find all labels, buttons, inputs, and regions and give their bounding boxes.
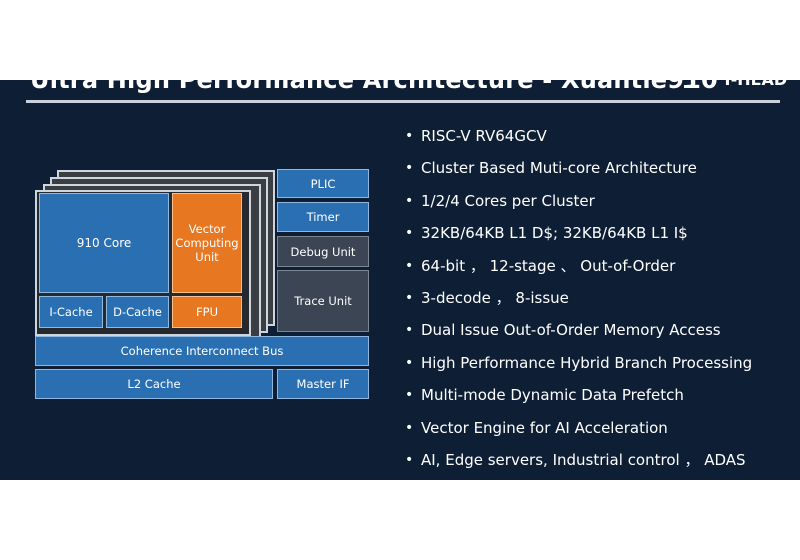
logo-mark-icon [682,80,695,88]
icache-block: I-Cache [39,296,103,328]
plic-block: PLIC [277,169,369,198]
timer-block: Timer [277,202,369,232]
slide-title: Ultra High Performance Architecture - Xu… [30,80,718,94]
coherence-interconnect-bus-block: Coherence Interconnect Bus [35,336,369,366]
feature-item: 32KB/64KB L1 D$; 32KB/64KB L1 I$ [405,217,752,250]
trace-unit-block: Trace Unit [277,270,369,332]
feature-item: 3-decode ， 8-issue [405,282,752,315]
core-block: 910 Core [39,193,169,293]
feature-list: RISC-V RV64GCV Cluster Based Muti-core A… [405,120,752,477]
company-logo: T-HEAD [682,80,787,89]
feature-item: RISC-V RV64GCV [405,120,752,153]
vector-computing-unit-block: Vector Computing Unit [172,193,242,293]
feature-item: High Performance Hybrid Branch Processin… [405,347,752,380]
l2-cache-block: L2 Cache [35,369,273,399]
dcache-block: D-Cache [106,296,169,328]
feature-item: Dual Issue Out-of-Order Memory Access [405,314,752,347]
master-if-block: Master IF [277,369,369,399]
slide: Ultra High Performance Architecture - Xu… [0,80,800,480]
logo-text: T-HEAD [722,80,787,89]
feature-item: AI, Edge servers, Industrial control ， A… [405,444,752,477]
debug-unit-block: Debug Unit [277,236,369,267]
feature-item: Cluster Based Muti-core Architecture [405,152,752,185]
feature-item: 1/2/4 Cores per Cluster [405,185,752,218]
feature-item: Vector Engine for AI Acceleration [405,412,752,445]
feature-item: Multi-mode Dynamic Data Prefetch [405,379,752,412]
feature-item: 64-bit ， 12-stage 、 Out-of-Order [405,250,752,283]
fpu-block: FPU [172,296,242,328]
title-divider [26,100,780,103]
